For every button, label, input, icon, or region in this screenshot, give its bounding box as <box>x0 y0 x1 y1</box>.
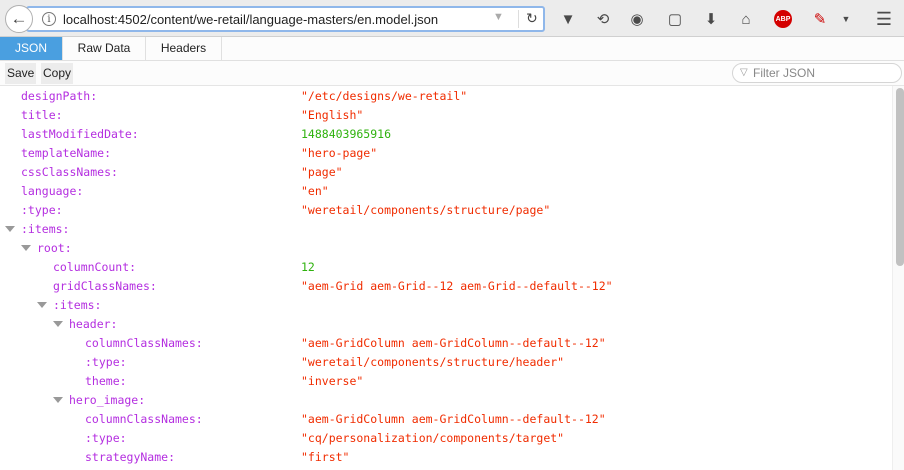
json-value: "inverse" <box>301 374 364 388</box>
json-key: columnClassNames: <box>85 412 203 426</box>
json-key: columnCount: <box>53 260 137 274</box>
expand-toggle-icon[interactable] <box>37 302 47 308</box>
json-row[interactable]: strategyName: "first" <box>0 448 892 467</box>
json-value: "first" <box>301 450 350 464</box>
url-bar[interactable]: i localhost:4502/content/we-retail/langu… <box>26 6 545 32</box>
json-key: columnClassNames: <box>85 336 203 350</box>
save-button[interactable]: Save <box>5 63 37 84</box>
json-key: lastModifiedDate: <box>21 127 139 141</box>
json-key: :type: <box>21 203 63 217</box>
json-object-row[interactable]: :items: <box>0 220 892 239</box>
back-button[interactable]: ← <box>5 5 33 33</box>
json-row[interactable]: language: "en" <box>0 182 892 201</box>
json-row[interactable]: :type: "cq/personalization/components/tar… <box>0 429 892 448</box>
pocket-icon[interactable]: ▼ <box>558 9 578 29</box>
json-row[interactable]: designPath: "/etc/designs/we-retail" <box>0 87 892 106</box>
json-row[interactable]: columnClassNames: "aem-GridColumn aem-Gri… <box>0 410 892 429</box>
chevron-down-icon[interactable]: ▼ <box>836 9 856 29</box>
separator <box>518 10 519 28</box>
json-value: "aem-GridColumn aem-GridColumn--default-… <box>301 336 606 350</box>
json-key: hero_image: <box>69 393 146 407</box>
json-row[interactable]: :type: "weretail/components/structure/pag… <box>0 201 892 220</box>
json-row[interactable]: lastModifiedDate: 1488403965916 <box>0 125 892 144</box>
json-key: title: <box>21 108 63 122</box>
adblock-icon[interactable]: ABP <box>774 10 792 28</box>
filter-icon: ▽ <box>740 67 748 78</box>
json-value: "weretail/components/structure/header" <box>301 355 565 369</box>
pdf-icon[interactable]: ✎ <box>810 9 830 29</box>
json-value: 12 <box>301 260 315 274</box>
json-row[interactable]: theme: "inverse" <box>0 372 892 391</box>
json-object-row[interactable]: :items: <box>0 296 892 315</box>
home-icon[interactable]: ⌂ <box>736 9 756 29</box>
tab-raw-data[interactable]: Raw Data <box>63 37 146 60</box>
filter-json-input[interactable]: ▽ Filter JSON <box>732 63 902 83</box>
info-icon[interactable]: i <box>42 12 56 26</box>
json-key: strategyName: <box>85 450 176 464</box>
json-value: "aem-GridColumn aem-GridColumn--default-… <box>301 412 606 426</box>
json-toolbar: Save Copy ▽ Filter JSON <box>0 61 904 86</box>
json-key: header: <box>69 317 118 331</box>
scrollbar[interactable] <box>892 86 904 470</box>
browser-toolbar: ← i localhost:4502/content/we-retail/lan… <box>0 0 904 37</box>
json-value: "cq/personalization/components/target" <box>301 431 565 445</box>
json-row[interactable]: title: "English" <box>0 106 892 125</box>
json-row[interactable]: gridClassNames: "aem-Grid aem-Grid--12 ae… <box>0 277 892 296</box>
json-key: :items: <box>21 222 70 236</box>
expand-toggle-icon[interactable] <box>53 397 63 403</box>
json-tree: designPath: "/etc/designs/we-retail" title… <box>0 86 892 470</box>
json-key: :items: <box>53 298 102 312</box>
reload-icon[interactable]: ↻ <box>526 10 538 27</box>
viewer-tabs: JSON Raw Data Headers <box>0 37 904 61</box>
mask-icon[interactable]: ◉ <box>627 9 647 29</box>
expand-toggle-icon[interactable] <box>5 226 15 232</box>
json-key: designPath: <box>21 89 98 103</box>
json-row[interactable]: columnClassNames: "aem-GridColumn aem-Gri… <box>0 334 892 353</box>
json-object-row[interactable]: root: <box>0 239 892 258</box>
json-value: "hero-page" <box>301 146 378 160</box>
copy-button[interactable]: Copy <box>41 63 74 84</box>
download-icon[interactable]: ⬇ <box>701 9 721 29</box>
json-key: cssClassNames: <box>21 165 118 179</box>
json-row[interactable]: :type: "weretail/components/structure/hea… <box>0 353 892 372</box>
json-value: "weretail/components/structure/page" <box>301 203 551 217</box>
json-key: theme: <box>85 374 127 388</box>
tab-json[interactable]: JSON <box>0 37 63 60</box>
json-object-row[interactable]: hero_image: <box>0 391 892 410</box>
expand-toggle-icon[interactable] <box>21 245 31 251</box>
json-value: "/etc/designs/we-retail" <box>301 89 468 103</box>
json-key: gridClassNames: <box>53 279 157 293</box>
json-key: root: <box>37 241 72 255</box>
json-value: 1488403965916 <box>301 127 392 141</box>
url-text[interactable]: localhost:4502/content/we-retail/languag… <box>63 12 438 27</box>
json-value: "page" <box>301 165 343 179</box>
json-key: language: <box>21 184 84 198</box>
tab-headers[interactable]: Headers <box>146 37 222 60</box>
json-row[interactable]: columnCount: 12 <box>0 258 892 277</box>
json-value: "en" <box>301 184 329 198</box>
filter-placeholder: Filter JSON <box>753 66 816 80</box>
history-icon[interactable]: ⟲ <box>593 9 613 29</box>
json-row[interactable]: templateName: "hero-page" <box>0 144 892 163</box>
expand-toggle-icon[interactable] <box>53 321 63 327</box>
menu-icon[interactable]: ☰ <box>874 9 894 29</box>
dropdown-arrow-icon[interactable]: ▼ <box>493 11 504 23</box>
json-value: "English" <box>301 108 364 122</box>
json-key: :type: <box>85 431 127 445</box>
scrollbar-thumb[interactable] <box>896 88 904 266</box>
window-icon[interactable]: ▢ <box>665 9 685 29</box>
json-key: :type: <box>85 355 127 369</box>
json-value: "aem-Grid aem-Grid--12 aem-Grid--default… <box>301 279 613 293</box>
json-object-row[interactable]: header: <box>0 315 892 334</box>
json-key: templateName: <box>21 146 112 160</box>
json-row[interactable]: cssClassNames: "page" <box>0 163 892 182</box>
